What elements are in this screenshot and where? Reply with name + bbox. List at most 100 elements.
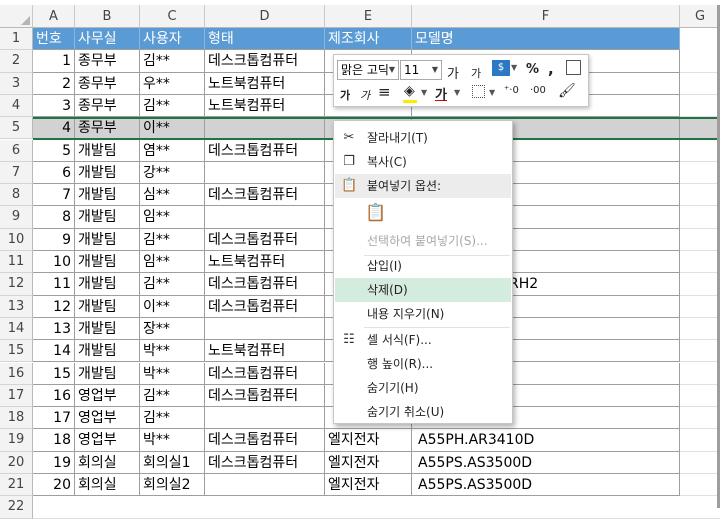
chevron-down-icon[interactable]: ▼ [429,61,441,79]
table-row[interactable]: 20 회의실 회의실2 엘지전자 A55PS.AS3500D [33,474,720,497]
table-cell[interactable]: 김** [140,407,205,430]
font-color-button[interactable]: 가 [435,84,447,103]
table-cell[interactable] [680,50,720,73]
menu-item-copy[interactable]: ❐ 복사(C) [335,150,511,174]
column-header-f[interactable]: F [412,5,680,28]
table-cell[interactable]: 엘지전자 [325,451,412,474]
table-cell[interactable] [680,162,720,185]
table-cell[interactable]: 개발팀 [75,161,140,185]
table-cell[interactable]: 영업부 [75,384,140,408]
table-cell[interactable]: 이** [140,117,205,140]
table-row[interactable]: 18 영업부 박** 데스크톱컴퓨터 엘지전자 A55PH.AR3410D [33,429,720,452]
table-cell[interactable]: 20 [33,474,75,497]
table-cell[interactable]: 종무부 [75,117,140,140]
table-cell[interactable]: 7 [33,184,75,207]
row-header[interactable]: 22 [0,496,33,519]
menu-item-row-height[interactable]: 행 높이(R)... [335,352,511,376]
table-cell[interactable]: 12 [33,295,75,318]
accounting-format-icon[interactable]: $ [492,60,510,76]
table-cell[interactable]: 2 [33,72,75,95]
row-header[interactable]: 3 [0,72,33,95]
table-cell[interactable]: 영업부 [75,429,140,452]
column-header-a[interactable]: A [33,5,75,28]
table-cell[interactable]: 데스크톱컴퓨터 [205,362,325,385]
table-cell[interactable]: 우** [140,72,205,95]
table-cell[interactable]: 회의실 [75,474,140,497]
row-header[interactable]: 11 [0,251,33,274]
row-header[interactable]: 21 [0,474,33,497]
table-cell[interactable]: 11 [33,273,75,296]
column-header-d[interactable]: D [205,5,325,28]
table-cell[interactable]: 10 [33,251,75,274]
chevron-down-icon[interactable]: ▼ [454,88,460,97]
table-cell[interactable]: 19 [33,451,75,474]
row-header[interactable]: 20 [0,451,33,474]
table-cell[interactable]: 데스크톱컴퓨터 [205,184,325,207]
row-header[interactable]: 6 [0,139,33,162]
table-cell[interactable]: 개발팀 [75,340,140,363]
table-cell[interactable]: 박** [140,429,205,452]
table-cell[interactable]: 이** [140,295,205,318]
column-title-cell[interactable]: 제조회사 [325,28,412,51]
column-title-cell[interactable]: 모델명 [412,28,680,51]
select-all-corner[interactable] [0,5,33,28]
table-cell[interactable]: 개발팀 [75,206,140,229]
table-cell[interactable]: A55PS.AS3500D [412,474,680,497]
bold-button[interactable]: 가 [340,87,350,103]
table-cell[interactable]: 회의실 [75,451,140,474]
table-cell[interactable]: 김** [140,94,205,118]
table-cell[interactable]: 개발팀 [75,228,140,251]
column-header-b[interactable]: B [75,5,140,28]
table-cell[interactable]: 회의실1 [140,451,205,474]
table-cell[interactable]: 장** [140,317,205,341]
header-row[interactable]: 번호 사무실 사용자 형태 제조회사 모델명 [33,28,720,51]
table-cell[interactable] [680,340,720,363]
table-cell[interactable]: 개발팀 [75,362,140,385]
column-title-cell[interactable]: 사용자 [140,28,205,51]
column-title-cell[interactable]: 번호 [33,28,75,51]
chevron-down-icon[interactable]: ▼ [386,61,398,79]
table-cell[interactable] [75,496,140,519]
table-cell[interactable]: 데스크톱컴퓨터 [205,50,325,73]
table-cell[interactable] [680,117,720,140]
table-cell[interactable] [680,496,720,519]
column-header-c[interactable]: C [140,5,205,28]
row-header[interactable]: 4 [0,94,33,118]
decrease-decimal-icon[interactable]: ‧00 [530,85,546,96]
menu-item-format-cells[interactable]: ☷ 셀 서식(F)... [335,328,511,352]
table-cell[interactable] [680,206,720,229]
row-header[interactable]: 1 [0,28,33,51]
row-header[interactable]: 12 [0,273,33,296]
row-header[interactable]: 19 [0,429,33,452]
table-cell[interactable]: 종무부 [75,50,140,73]
table-cell[interactable]: 6 [33,161,75,185]
italic-button[interactable]: 가 [360,87,370,103]
table-cell[interactable] [325,496,412,519]
table-cell[interactable]: 4 [33,117,75,140]
table-cell[interactable] [680,452,720,474]
row-header[interactable]: 13 [0,295,33,318]
comma-button[interactable]: , [548,60,554,78]
borders-icon[interactable] [472,85,485,98]
table-cell[interactable] [680,140,720,162]
table-cell[interactable] [205,117,325,140]
table-cell[interactable]: 강** [140,161,205,185]
table-cell[interactable]: 데스크톱컴퓨터 [205,295,325,318]
table-cell[interactable]: 8 [33,206,75,229]
table-cell[interactable]: 회의실2 [140,474,205,497]
table-cell[interactable] [680,385,720,408]
table-cell[interactable]: A55PS.AS3500D [412,451,680,474]
table-cell[interactable]: 임** [140,206,205,229]
table-cell[interactable]: 데스크톱컴퓨터 [205,273,325,296]
table-cell[interactable]: 데스크톱컴퓨터 [205,451,325,474]
row-header[interactable]: 17 [0,384,33,408]
table-cell[interactable]: 13 [33,317,75,341]
increase-decimal-icon[interactable]: ⁺‧0 [504,85,519,96]
menu-item-insert[interactable]: 삽입(I) [335,254,511,278]
table-cell[interactable] [680,184,720,207]
table-cell[interactable]: 15 [33,362,75,385]
table-cell[interactable]: 박** [140,340,205,363]
percent-button[interactable]: % [526,62,539,77]
format-painter-icon[interactable]: 🖌 [558,83,576,99]
row-header[interactable]: 2 [0,50,33,73]
